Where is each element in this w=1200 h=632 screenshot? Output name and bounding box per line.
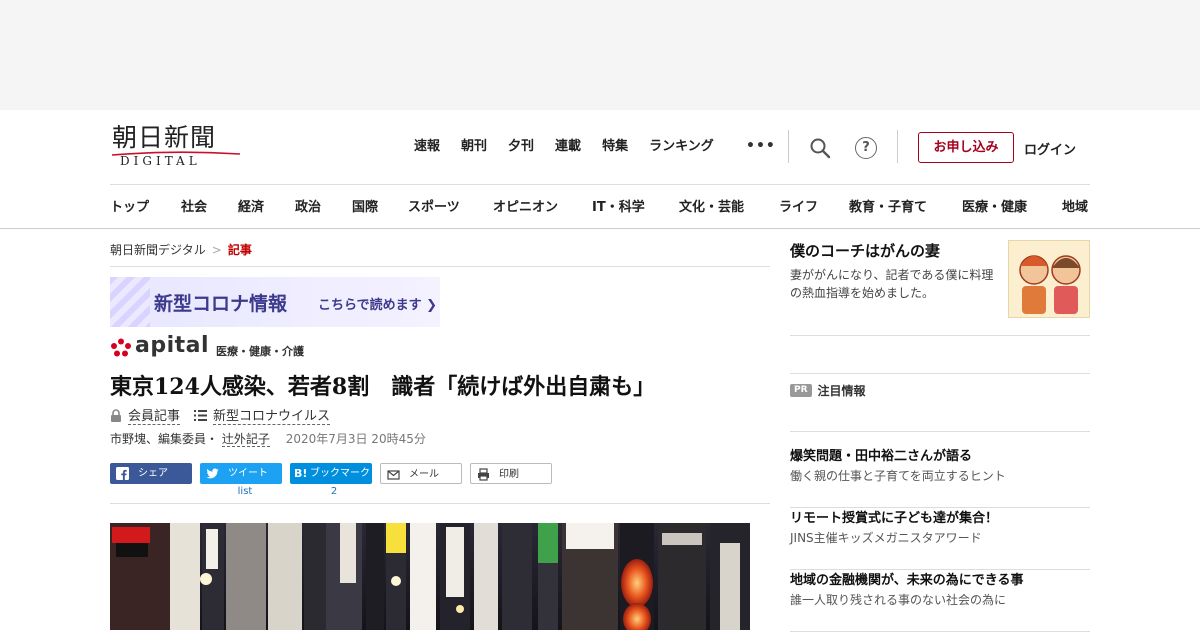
banner-title: 新型コロナ情報 — [154, 293, 288, 315]
help-icon[interactable]: ? — [855, 137, 877, 159]
member-tag-label: 会員記事 — [128, 405, 181, 425]
member-tag[interactable]: 会員記事 — [110, 405, 181, 425]
twitter-icon — [206, 468, 219, 479]
mail-share-label: メール — [409, 469, 439, 480]
pr-item[interactable]: 地域の金融機関が、未来の為にできる事 誰一人取り残される事のない社会の為に — [790, 569, 1090, 632]
cat-opinion[interactable]: オピニオン — [493, 196, 558, 215]
hatena-bookmark-button[interactable]: B! ブックマーク — [290, 463, 372, 484]
site-logo[interactable]: 朝日新聞 DIGITAL — [110, 124, 242, 170]
banner-link[interactable]: こちらで読めます ❯ — [318, 294, 437, 313]
facebook-share-button[interactable]: シェア — [110, 463, 192, 484]
divider — [790, 373, 1090, 374]
cat-life[interactable]: ライフ — [779, 196, 818, 215]
apital-wordmark: apital — [135, 333, 210, 358]
cat-education[interactable]: 教育・子育て — [849, 196, 927, 215]
nav-sokuho[interactable]: 速報 — [414, 138, 440, 156]
hatena-count[interactable]: 2 — [319, 486, 349, 497]
pr-item-title: 地域の金融機関が、未来の為にできる事 — [790, 573, 1024, 588]
cat-culture[interactable]: 文化・芸能 — [679, 196, 744, 215]
divider — [110, 503, 770, 504]
banner-decoration — [110, 277, 150, 327]
header-divider — [897, 130, 898, 163]
byline: 市野塊、編集委員・ 辻外記子 2020年7月3日 20時45分 — [110, 430, 426, 447]
print-button[interactable]: 印刷 — [470, 463, 552, 484]
mail-icon — [387, 470, 400, 480]
nav-rensai[interactable]: 連載 — [555, 138, 581, 156]
breadcrumb-home[interactable]: 朝日新聞デジタル — [110, 243, 206, 257]
more-menu-icon[interactable]: ••• — [746, 138, 776, 154]
twitter-count[interactable]: list — [230, 486, 260, 497]
apital-logo-icon — [111, 338, 131, 357]
breadcrumb: 朝日新聞デジタル > 記事 — [110, 241, 252, 258]
facebook-icon — [116, 467, 129, 480]
cat-region[interactable]: 地域 — [1062, 196, 1088, 215]
apital-category: 医療・健康・介護 — [216, 345, 304, 358]
nav-choukan[interactable]: 朝刊 — [461, 138, 487, 156]
column-title: 僕のコーチはがんの妻 — [790, 242, 941, 260]
article-headline: 東京124人感染、若者8割 識者「続けば外出自粛も」 — [110, 374, 656, 400]
print-icon — [478, 468, 489, 481]
hatena-label: ブックマーク — [310, 468, 370, 479]
pr-item-subtitle: JINS主催キッズメガニスタアワード — [790, 531, 982, 545]
pr-item-subtitle: 誰一人取り残される事のない社会の為に — [790, 593, 1007, 607]
cat-society[interactable]: 社会 — [181, 196, 207, 215]
cat-sports[interactable]: スポーツ — [408, 196, 460, 215]
print-label: 印刷 — [499, 469, 519, 480]
header-divider — [788, 130, 789, 163]
column-description: 妻ががんになり、記者である僕に料理の熱血指導を始めました。 — [790, 268, 994, 300]
author-link[interactable]: 辻外記子 — [221, 432, 270, 447]
corona-info-banner[interactable]: 新型コロナ情報 こちらで読めます ❯ — [110, 277, 440, 327]
pr-section-header: PR 注目情報 — [790, 382, 866, 399]
divider — [790, 431, 1090, 432]
search-icon[interactable] — [809, 137, 831, 159]
cat-international[interactable]: 国際 — [352, 196, 378, 215]
column-promo[interactable]: 僕のコーチはがんの妻 妻ががんになり、記者である僕に料理の熱血指導を始めました。 — [790, 240, 1090, 336]
breadcrumb-current: 記事 — [227, 243, 252, 257]
category-nav: トップ 社会 経済 政治 国際 スポーツ オピニオン IT・科学 文化・芸能 ラ… — [110, 196, 1100, 216]
pr-item[interactable]: リモート授賞式に子ども達が集合！ JINS主催キッズメガニスタアワード — [790, 507, 1090, 570]
divider — [110, 266, 770, 267]
nav-yukan[interactable]: 夕刊 — [508, 138, 534, 156]
cooking-couple-illustration — [1008, 240, 1090, 318]
pr-badge: PR — [790, 384, 812, 397]
breadcrumb-separator: > — [211, 243, 222, 257]
publish-date: 2020年7月3日 20時45分 — [285, 432, 426, 446]
nav-ranking[interactable]: ランキング — [649, 138, 714, 156]
cat-health[interactable]: 医療・健康 — [962, 196, 1027, 215]
ad-space — [0, 0, 1200, 110]
twitter-share-label: ツイート — [228, 468, 268, 479]
login-link[interactable]: ログイン — [1024, 139, 1076, 158]
site-header: 朝日新聞 DIGITAL 速報 朝刊 夕刊 連載 特集 ランキング ••• ? … — [0, 110, 1200, 229]
cat-economy[interactable]: 経済 — [238, 196, 264, 215]
hatena-icon: B! — [294, 467, 308, 480]
topic-tag[interactable]: 新型コロナウイルス — [194, 405, 331, 425]
article-tags: 会員記事 新型コロナウイルス — [110, 405, 344, 425]
topic-tag-label: 新型コロナウイルス — [213, 405, 331, 425]
pr-item-title: 爆笑問題・田中裕二さんが語る — [790, 449, 973, 464]
pr-item[interactable]: 爆笑問題・田中裕二さんが語る 働く親の仕事と子育てを両立するヒント — [790, 445, 1090, 508]
lock-icon — [111, 408, 121, 422]
top-nav: 速報 朝刊 夕刊 連載 特集 ランキング — [414, 138, 735, 156]
night-street-image — [110, 523, 750, 630]
list-icon — [194, 409, 208, 421]
pr-item-title: リモート授賞式に子ども達が集合！ — [790, 511, 999, 526]
mail-share-button[interactable]: メール — [380, 463, 462, 484]
logo-text: 朝日新聞 — [112, 123, 217, 152]
nav-tokushu[interactable]: 特集 — [602, 138, 628, 156]
header-rule — [110, 184, 1090, 185]
twitter-share-button[interactable]: ツイート — [200, 463, 282, 484]
cat-politics[interactable]: 政治 — [295, 196, 321, 215]
cat-top[interactable]: トップ — [110, 196, 149, 215]
subscribe-button[interactable]: お申し込み — [918, 132, 1014, 163]
pr-section-title: 注目情報 — [817, 384, 866, 398]
facebook-share-label: シェア — [138, 468, 168, 479]
pr-item-subtitle: 働く親の仕事と子育てを両立するヒント — [790, 469, 1006, 483]
cat-it-science[interactable]: IT・科学 — [592, 196, 645, 215]
logo-subtext: DIGITAL — [120, 154, 201, 168]
article-photo[interactable] — [110, 523, 750, 630]
byline-prefix: 市野塊、編集委員・ — [110, 432, 219, 446]
